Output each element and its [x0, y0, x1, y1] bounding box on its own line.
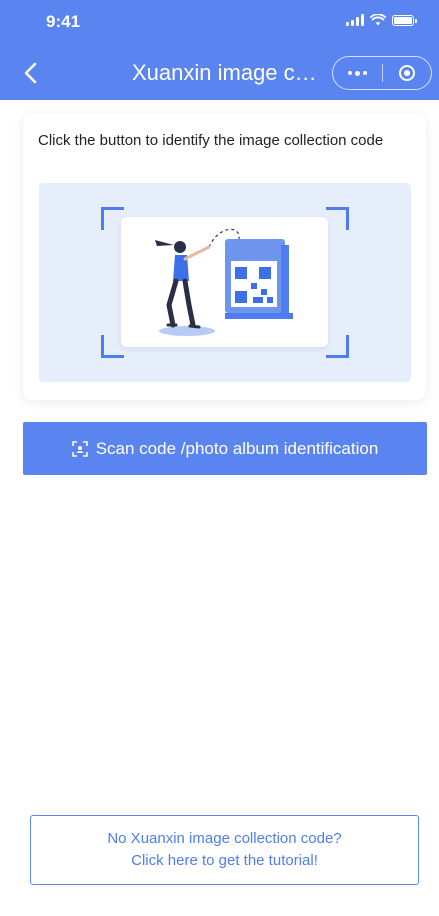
battery-icon [392, 15, 414, 26]
chevron-left-icon [24, 62, 37, 84]
more-button[interactable] [333, 57, 382, 89]
tutorial-link[interactable]: No Xuanxin image collection code? Click … [30, 815, 419, 885]
scan-button-label: Scan code /photo album identification [95, 438, 379, 458]
nav-bar: Xuanxin image collection code [0, 46, 439, 100]
wifi-icon [370, 14, 386, 26]
instruction-text: Click the button to identify the image c… [38, 132, 384, 149]
tutorial-line-2: Click here to get the tutorial! [131, 852, 318, 869]
signal-icon [346, 14, 364, 26]
close-button[interactable] [382, 57, 431, 89]
scan-code-button[interactable]: Scan code /photo album identification [23, 422, 427, 475]
instruction-card: Click the button to identify the image c… [23, 114, 426, 400]
tutorial-line-1: No Xuanxin image collection code? [107, 830, 342, 847]
status-bar: 9:41 [0, 0, 439, 46]
scan-frame-icon [71, 440, 88, 457]
more-dots-icon [347, 71, 352, 75]
scan-corner-top-right [326, 207, 349, 230]
illustration [39, 183, 411, 382]
status-icons [346, 14, 417, 26]
scan-corner-bottom-right [326, 335, 349, 358]
page-title: Xuanxin image collection code [132, 60, 322, 85]
mini-program-capsule [332, 56, 432, 90]
status-time: 9:41 [46, 12, 81, 31]
person-scanning-illustration [155, 228, 293, 336]
target-circle-icon [398, 65, 415, 81]
back-button[interactable] [18, 58, 46, 88]
battery-nub [415, 19, 417, 23]
illustration-frame [121, 217, 328, 347]
